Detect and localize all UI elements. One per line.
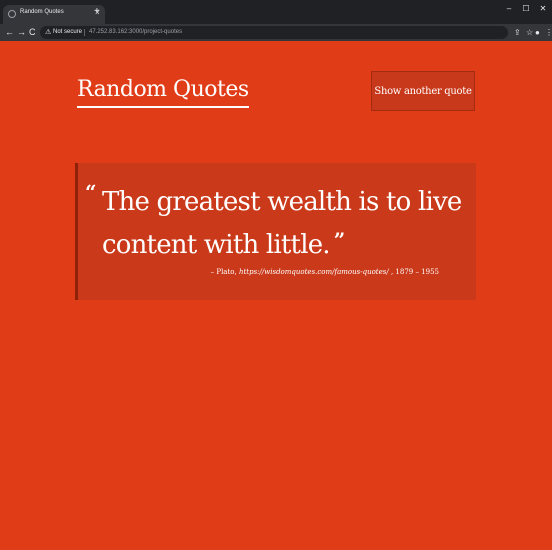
star-icon[interactable]: ☆ — [526, 28, 533, 38]
page-content: Random Quotes Show another quote “ The g… — [0, 41, 552, 550]
site-logo: Random Quotes — [77, 76, 249, 108]
minimize-icon[interactable]: – — [503, 4, 515, 14]
close-quote-icon: ” — [333, 228, 345, 252]
quote-author: Plato — [216, 268, 235, 276]
open-quote-icon: “ — [85, 180, 97, 204]
new-tab-button[interactable]: + — [94, 7, 100, 17]
close-window-icon[interactable]: ✕ — [537, 4, 549, 14]
browser-tab[interactable]: Random Quotes × — [3, 5, 105, 24]
quote-text-block: The greatest wealth is to live content w… — [102, 183, 462, 264]
warning-icon[interactable]: ⚠ — [45, 28, 51, 37]
tab-title: Random Quotes — [20, 9, 64, 15]
profile-icon[interactable]: ● — [535, 28, 540, 38]
maximize-icon[interactable]: ☐ — [520, 4, 532, 14]
reload-icon[interactable]: C — [29, 27, 36, 38]
divider — [84, 29, 85, 36]
back-icon[interactable]: ← — [5, 27, 14, 38]
browser-toolbar: ← → C ⚠ Not secure 47.252.83.162:3000/pr… — [0, 24, 552, 41]
share-icon[interactable]: ⇪ — [514, 28, 521, 38]
menu-icon[interactable]: ⋮ — [545, 28, 552, 38]
quote-attribution: – Plato, https://wisdomquotes.com/famous… — [210, 268, 439, 276]
new-quote-button[interactable]: Show another quote — [371, 71, 475, 111]
forward-icon[interactable]: → — [17, 27, 26, 38]
security-label[interactable]: Not secure — [53, 29, 82, 35]
browser-titlebar: Random Quotes × + – ☐ ✕ — [0, 0, 552, 24]
quote-years: 1879 – 1955 — [395, 268, 439, 276]
url-text[interactable]: 47.252.83.162:3000/project-quotes — [89, 29, 182, 35]
quote-card: “ The greatest wealth is to live content… — [75, 163, 476, 300]
quote-source[interactable]: https://wisdomquotes.com/famous-quotes/ — [239, 268, 389, 276]
globe-icon — [8, 10, 16, 18]
quote-text: The greatest wealth is to live content w… — [102, 187, 462, 260]
address-bar[interactable]: ⚠ Not secure 47.252.83.162:3000/project-… — [40, 26, 508, 39]
